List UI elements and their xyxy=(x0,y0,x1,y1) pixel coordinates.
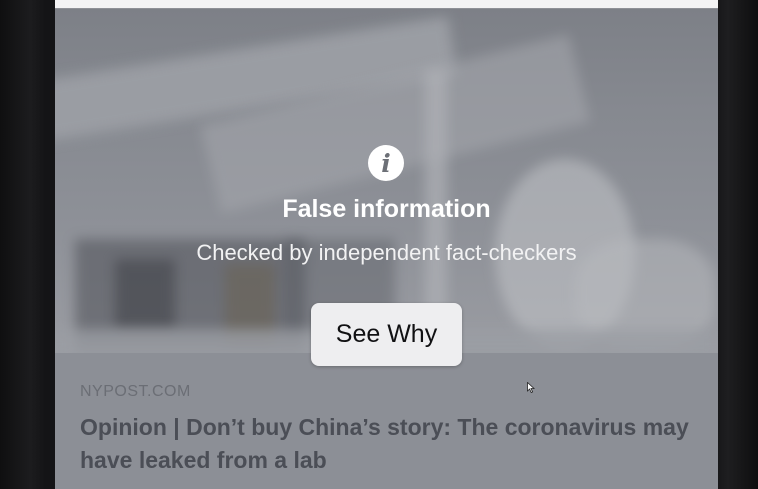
post-card: i False information Checked by independe… xyxy=(55,0,718,489)
warning-subtitle: Checked by independent fact-checkers xyxy=(196,240,577,265)
see-why-button[interactable]: See Why xyxy=(311,303,462,366)
mouse-cursor-icon xyxy=(527,382,535,393)
link-domain: NYPOST.COM xyxy=(80,383,191,400)
link-headline[interactable]: Opinion | Don’t buy China’s story: The c… xyxy=(80,411,700,477)
info-icon: i xyxy=(368,145,404,181)
warning-title: False information xyxy=(282,195,491,223)
false-info-overlay: i False information Checked by independe… xyxy=(55,0,718,489)
screen-frame: i False information Checked by independe… xyxy=(0,0,758,489)
